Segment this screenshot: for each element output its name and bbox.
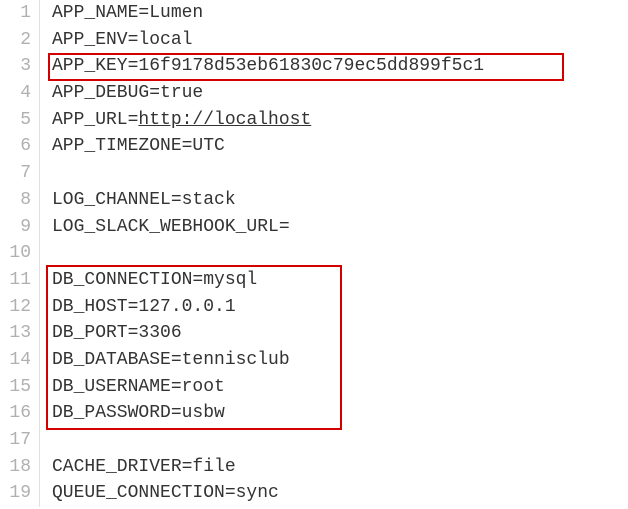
- line-number: 18: [0, 454, 31, 481]
- line-number: 7: [0, 160, 31, 187]
- line-number: 19: [0, 480, 31, 507]
- line-number: 5: [0, 107, 31, 134]
- code-line-db-database: DB_DATABASE=tennisclub: [52, 347, 628, 374]
- line-number: 10: [0, 240, 31, 267]
- code-text: APP_URL=: [52, 110, 138, 130]
- code-line: APP_URL=http://localhost: [52, 107, 628, 134]
- code-line: APP_DEBUG=true: [52, 80, 628, 107]
- code-line-db-connection: DB_CONNECTION=mysql: [52, 267, 628, 294]
- line-number: 4: [0, 80, 31, 107]
- code-line: APP_TIMEZONE=UTC: [52, 133, 628, 160]
- code-line-empty: [52, 427, 628, 454]
- line-number: 9: [0, 214, 31, 241]
- code-line-db-host: DB_HOST=127.0.0.1: [52, 294, 628, 321]
- code-line: APP_ENV=local: [52, 27, 628, 54]
- code-line: APP_NAME=Lumen: [52, 0, 628, 27]
- code-line-db-password: DB_PASSWORD=usbw: [52, 400, 628, 427]
- line-number: 1: [0, 0, 31, 27]
- line-number: 3: [0, 53, 31, 80]
- line-number: 17: [0, 427, 31, 454]
- code-content[interactable]: APP_NAME=Lumen APP_ENV=local APP_KEY=16f…: [40, 0, 628, 507]
- code-line-empty: [52, 240, 628, 267]
- code-line-empty: [52, 160, 628, 187]
- code-line: LOG_SLACK_WEBHOOK_URL=: [52, 214, 628, 241]
- line-number: 2: [0, 27, 31, 54]
- line-number: 14: [0, 347, 31, 374]
- line-number: 8: [0, 187, 31, 214]
- line-number: 13: [0, 320, 31, 347]
- url-text: http://localhost: [138, 110, 311, 130]
- line-number-gutter: 1 2 3 4 5 6 7 8 9 10 11 12 13 14 15 16 1…: [0, 0, 40, 507]
- code-editor: 1 2 3 4 5 6 7 8 9 10 11 12 13 14 15 16 1…: [0, 0, 628, 507]
- line-number: 11: [0, 267, 31, 294]
- code-line: CACHE_DRIVER=file: [52, 454, 628, 481]
- line-number: 6: [0, 133, 31, 160]
- code-line: LOG_CHANNEL=stack: [52, 187, 628, 214]
- line-number: 15: [0, 374, 31, 401]
- line-number: 16: [0, 400, 31, 427]
- code-line-app-key: APP_KEY=16f9178d53eb61830c79ec5dd899f5c1: [52, 53, 628, 80]
- line-number: 12: [0, 294, 31, 321]
- code-line-db-port: DB_PORT=3306: [52, 320, 628, 347]
- code-line-db-username: DB_USERNAME=root: [52, 374, 628, 401]
- code-line: QUEUE_CONNECTION=sync: [52, 480, 628, 507]
